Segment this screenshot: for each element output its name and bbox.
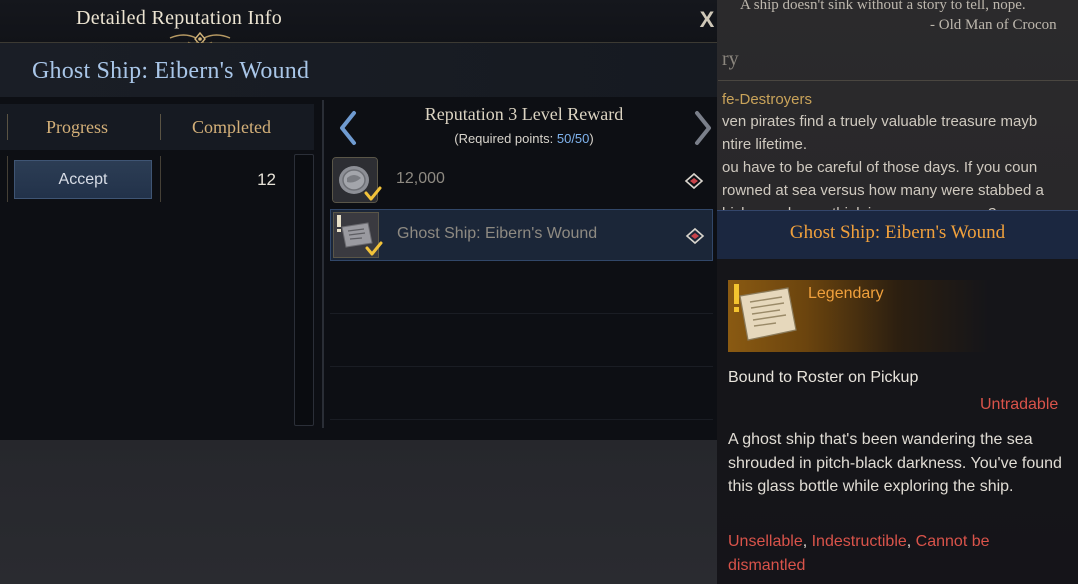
pane-divider: [322, 100, 324, 428]
required-points-value: 50/50: [556, 131, 590, 146]
treasure-map-icon: [734, 284, 797, 341]
accept-button[interactable]: Accept: [14, 160, 152, 199]
close-button[interactable]: X: [696, 7, 718, 33]
reward-item-selected[interactable]: Ghost Ship: Eibern's Wound: [330, 209, 713, 261]
book-quote-author: - Old Man of Crocon: [930, 17, 1057, 33]
column-divider: [160, 114, 161, 140]
row-divider: [330, 419, 713, 420]
flag-indestructible: Indestructible: [811, 533, 907, 550]
page-background: [0, 440, 717, 584]
reward-item-label: 12,000: [396, 170, 445, 187]
tooltip-item-name: Ghost Ship: Eibern's Wound: [789, 222, 1006, 243]
reward-item[interactable]: 12,000: [330, 155, 713, 207]
pin-icon[interactable]: [684, 172, 704, 190]
previous-level-arrow-icon[interactable]: [337, 110, 359, 146]
next-level-arrow-icon[interactable]: [692, 110, 714, 146]
flag-unsellable: Unsellable: [728, 533, 803, 550]
book-divider: [718, 80, 1078, 81]
book-text-line: ven pirates find a truely valuable treas…: [722, 113, 1038, 130]
row-divider: [7, 156, 8, 202]
tooltip-description: A ghost ship that's been wandering the s…: [728, 431, 1062, 495]
pin-icon[interactable]: [685, 227, 705, 245]
reward-level-title: Reputation 3 Level Reward: [424, 104, 624, 124]
tooltip-grade: Legendary: [808, 285, 884, 302]
row-divider: [330, 313, 713, 314]
column-divider: [7, 114, 8, 140]
column-header-completed: Completed: [192, 117, 271, 137]
flag-separator: ,: [906, 533, 916, 550]
flag-separator: ,: [802, 533, 812, 550]
book-text-line: ou have to be careful of those days. If …: [722, 159, 1038, 176]
dialog-title: Detailed Reputation Info: [76, 7, 283, 29]
tooltip-flags: Unsellable, Indestructible, Cannot be di…: [728, 530, 1070, 578]
row-divider: [160, 156, 161, 202]
book-text-line: rowned at sea versus how many were stabb…: [722, 182, 1044, 199]
required-points: (Required points: 50/50): [360, 131, 688, 146]
reward-item-label: Ghost Ship: Eibern's Wound: [397, 225, 598, 242]
completed-count: 12: [257, 170, 276, 189]
book-quote: A ship doesn't sink without a story to t…: [740, 0, 1026, 13]
checkmark-icon: [365, 241, 383, 256]
book-section-heading: ry: [722, 48, 739, 70]
quest-title: Ghost Ship: Eibern's Wound: [32, 58, 310, 84]
tooltip-bound-status: Bound to Roster on Pickup: [728, 369, 919, 386]
tooltip-tradability: Untradable: [980, 396, 1059, 413]
required-points-label: (Required points:: [454, 131, 557, 146]
required-points-close: ): [589, 131, 594, 146]
book-subheading: fe-Destroyers: [722, 91, 813, 108]
row-divider: [330, 366, 713, 367]
checkmark-icon: [364, 186, 382, 201]
column-header-progress: Progress: [46, 117, 108, 137]
list-scrollbar[interactable]: [294, 154, 314, 426]
book-text-line: ntire lifetime.: [722, 136, 808, 153]
